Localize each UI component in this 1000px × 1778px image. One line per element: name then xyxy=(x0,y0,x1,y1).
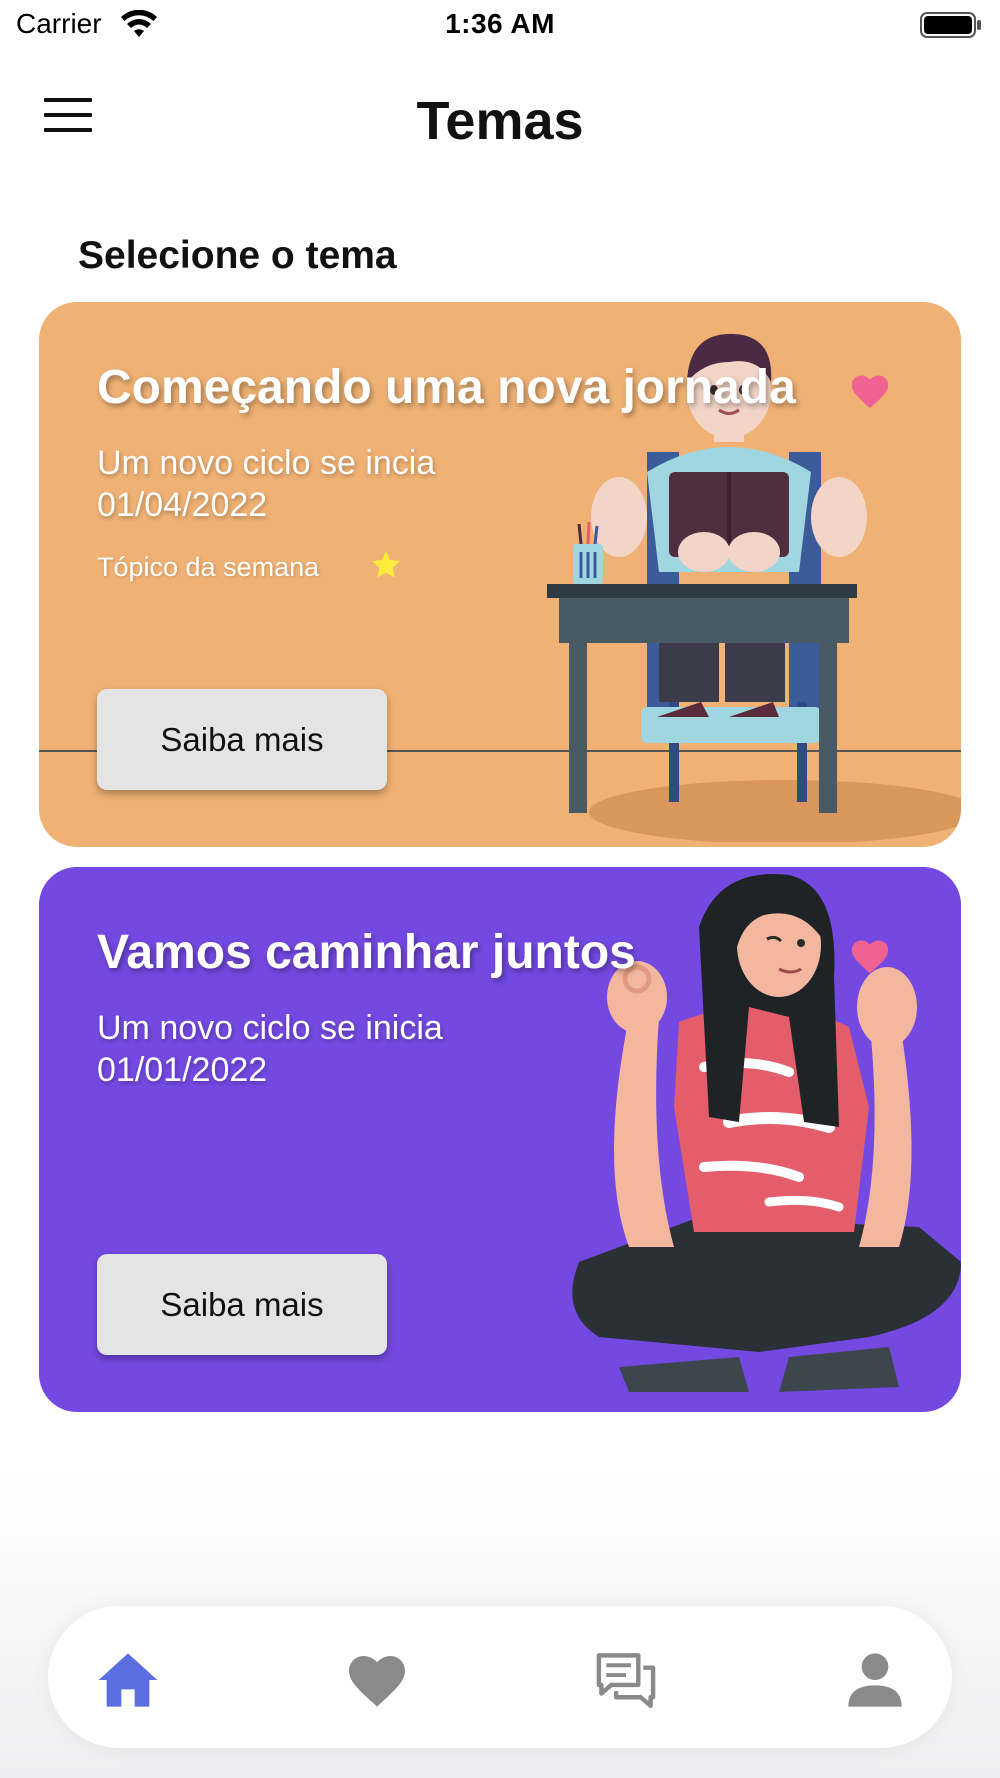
card-date: 01/01/2022 xyxy=(97,1051,268,1089)
card-subtitle: Um novo ciclo se incia xyxy=(97,444,436,482)
person-icon xyxy=(848,1653,902,1707)
battery-icon xyxy=(920,12,981,38)
heart-icon xyxy=(349,1656,405,1707)
section-title: Selecione o tema xyxy=(78,234,397,277)
chat-icon xyxy=(596,1653,656,1709)
theme-card-walk-together[interactable]: Vamos caminhar juntos Um novo ciclo se i… xyxy=(39,867,961,1412)
status-time: 1:36 AM xyxy=(445,8,555,39)
tab-home[interactable] xyxy=(96,1650,160,1710)
topic-of-week-label: Tópico da semana xyxy=(97,552,320,582)
page-title: Temas xyxy=(416,91,584,151)
tab-profile[interactable] xyxy=(843,1650,907,1710)
theme-card-new-journey[interactable]: Começando uma nova jornada Um novo ciclo… xyxy=(39,302,961,847)
card-title: Começando uma nova jornada xyxy=(97,361,796,414)
card-title: Vamos caminhar juntos xyxy=(97,926,636,979)
heart-icon[interactable] xyxy=(849,937,891,975)
status-bar: Carrier 1:36 AM xyxy=(0,0,1000,52)
heart-icon[interactable] xyxy=(849,372,891,410)
home-icon xyxy=(98,1653,158,1707)
learn-more-button[interactable]: Saiba mais xyxy=(97,1254,387,1355)
card-date: 01/04/2022 xyxy=(97,486,268,524)
learn-more-button[interactable]: Saiba mais xyxy=(97,689,387,790)
star-icon xyxy=(371,550,401,578)
tab-favorites[interactable] xyxy=(345,1650,409,1710)
bottom-tab-bar xyxy=(48,1606,952,1748)
tab-chat[interactable] xyxy=(594,1650,658,1710)
card-subtitle: Um novo ciclo se inicia xyxy=(97,1009,443,1047)
